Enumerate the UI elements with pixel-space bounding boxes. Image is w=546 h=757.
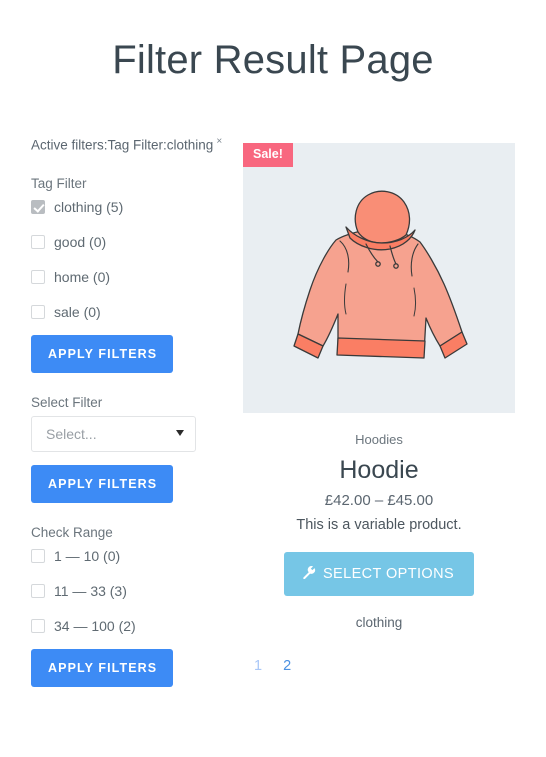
checkbox-sale[interactable] — [31, 305, 45, 319]
list-item[interactable]: good (0) — [31, 230, 231, 255]
select-options-button[interactable]: SELECT OPTIONS — [283, 552, 475, 596]
filters-sidebar: Active filters:Tag Filter:clothing × Tag … — [31, 134, 231, 687]
list-item-label: good (0) — [54, 234, 107, 250]
checkbox-home[interactable] — [31, 270, 45, 284]
active-filters: Active filters:Tag Filter:clothing × — [31, 134, 231, 154]
select-filter-control[interactable]: Select... — [31, 415, 196, 452]
select-filter-title: Select Filter — [31, 394, 103, 410]
tag-filter-list: clothing (5) good (0) home (0) sale (0) — [31, 195, 231, 325]
check-range-widget: Check Range 1 — 10 (0) 11 — 33 (3) 34 — … — [31, 525, 231, 687]
pagination-page-1[interactable]: 1 — [254, 657, 262, 675]
wrench-icon — [302, 565, 316, 583]
select-input[interactable]: Select... — [31, 415, 196, 452]
list-item[interactable]: 34 — 100 (2) — [31, 614, 231, 639]
product-price: £42.00 – £45.00 — [324, 492, 434, 509]
remove-filter-icon[interactable]: × — [216, 136, 222, 147]
product-description: This is a variable product. — [296, 517, 462, 533]
list-item-label: sale (0) — [54, 304, 101, 320]
product-tag[interactable]: clothing — [243, 615, 515, 631]
apply-filters-row-select: APPLY FILTERS — [31, 464, 231, 503]
apply-filters-button-select[interactable]: APPLY FILTERS — [31, 464, 174, 503]
active-filters-text: Active filters:Tag Filter:clothing — [31, 137, 214, 153]
list-item-label: home (0) — [54, 269, 111, 285]
checkbox-clothing[interactable] — [31, 200, 45, 214]
list-item-label: 34 — 100 (2) — [54, 618, 136, 634]
product-card[interactable]: Sale! Hoodies Hoodie £42.00 – £45.00 Thi… — [243, 143, 515, 675]
list-item-label: clothing (5) — [54, 199, 124, 215]
page-title: Filter Result Page — [112, 38, 434, 82]
pagination: 1 2 — [243, 657, 515, 675]
status-badge: Sale! — [243, 143, 293, 167]
list-item[interactable]: clothing (5) — [31, 195, 231, 220]
product-title[interactable]: Hoodie — [243, 456, 515, 484]
product-category[interactable]: Hoodies — [243, 432, 515, 448]
list-item[interactable]: 1 — 10 (0) — [31, 544, 231, 569]
list-item-label: 11 — 33 (3) — [54, 583, 127, 599]
checkbox-range-34-100[interactable] — [31, 619, 45, 633]
select-options-label: SELECT OPTIONS — [322, 566, 455, 582]
checkbox-range-1-10[interactable] — [31, 549, 45, 563]
list-item[interactable]: home (0) — [31, 265, 231, 290]
list-item-label: 1 — 10 (0) — [54, 548, 121, 564]
apply-filters-button-tag[interactable]: APPLY FILTERS — [31, 334, 174, 373]
checkbox-good[interactable] — [31, 235, 45, 249]
select-filter-widget: Select Filter Select... APPLY FILTERS — [31, 395, 231, 503]
pagination-page-2[interactable]: 2 — [283, 657, 291, 675]
checkbox-range-11-33[interactable] — [31, 584, 45, 598]
product-image[interactable]: Sale! — [243, 143, 515, 413]
tag-filter-widget: Tag Filter clothing (5) good (0) home (0… — [31, 176, 231, 373]
check-range-list: 1 — 10 (0) 11 — 33 (3) 34 — 100 (2) — [31, 544, 231, 639]
list-item[interactable]: sale (0) — [31, 300, 231, 325]
apply-filters-button-range[interactable]: APPLY FILTERS — [31, 648, 174, 687]
tag-filter-title: Tag Filter — [31, 175, 87, 191]
list-item[interactable]: 11 — 33 (3) — [31, 579, 231, 604]
hoodie-illustration-icon — [293, 190, 468, 359]
check-range-title: Check Range — [31, 524, 113, 540]
